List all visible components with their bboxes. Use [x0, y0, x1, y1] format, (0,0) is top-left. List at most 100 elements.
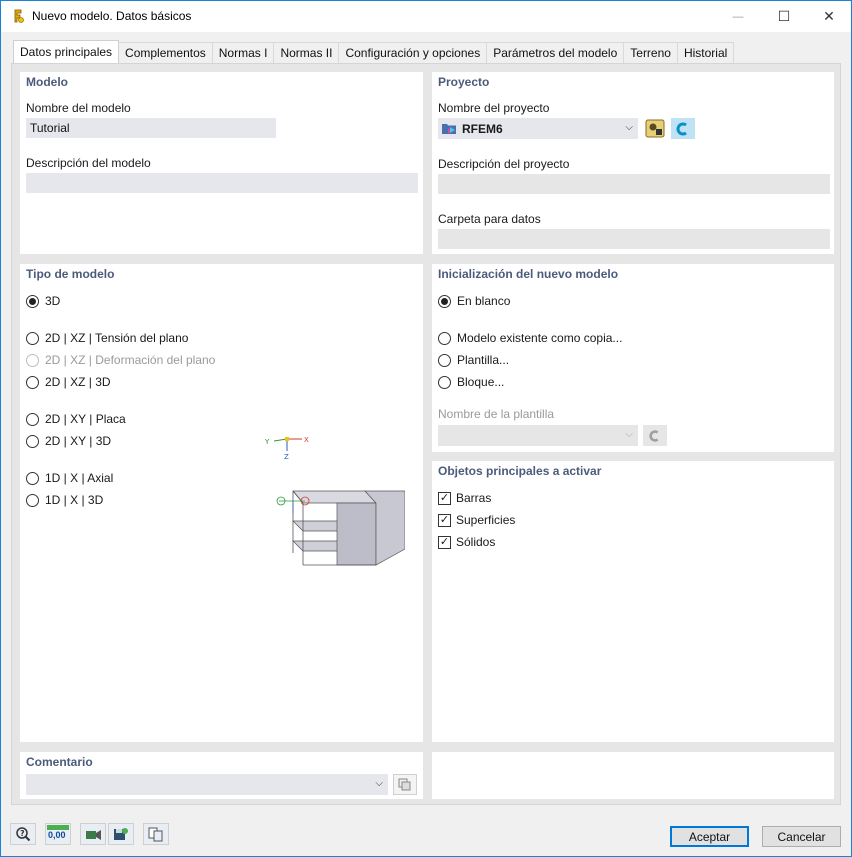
- project-folder-label: Carpeta para datos: [438, 212, 541, 226]
- tab-normas-ii[interactable]: Normas II: [273, 42, 340, 63]
- object-superficies[interactable]: ✓ Superficies: [438, 513, 515, 527]
- tabs-area: Datos principales Complementos Normas I …: [1, 32, 851, 814]
- svg-text:?: ?: [20, 829, 25, 838]
- radio[interactable]: [438, 331, 451, 345]
- objetos-panel: Objetos principales a activar ✓ Barras ✓…: [432, 461, 834, 742]
- copy-icon: [398, 778, 411, 790]
- project-name-label: Nombre del proyecto: [438, 101, 550, 115]
- units-icon: 0,00: [47, 825, 69, 843]
- radio[interactable]: [26, 375, 39, 389]
- radio-selected[interactable]: [438, 294, 451, 308]
- type-option-label: 2D | XZ | 3D: [45, 375, 111, 389]
- tab-configuracion[interactable]: Configuración y opciones: [338, 42, 488, 63]
- help-icon: ?: [16, 827, 31, 842]
- init-option-block[interactable]: Bloque...: [438, 375, 504, 389]
- project-folder-icon: [442, 124, 456, 134]
- type-option-3d[interactable]: 3D: [26, 294, 60, 308]
- proyecto-panel: Proyecto Nombre del proyecto RFEM6 ⌵ Des…: [432, 72, 834, 254]
- object-label: Barras: [456, 491, 492, 505]
- save-settings-button[interactable]: [108, 823, 134, 845]
- type-option-2d-xz-deformacion: 2D | XZ | Deformación del plano: [26, 353, 215, 367]
- type-option-2d-xz-tension[interactable]: 2D | XZ | Tensión del plano: [26, 331, 188, 345]
- init-option-label: En blanco: [457, 294, 511, 308]
- project-dropdown[interactable]: RFEM6 ⌵: [438, 118, 638, 139]
- tab-parametros[interactable]: Parámetros del modelo: [486, 42, 625, 63]
- radio-disabled: [26, 353, 39, 367]
- radio[interactable]: [26, 331, 39, 345]
- chevron-down-icon: ⌵: [625, 122, 633, 133]
- tab-complementos[interactable]: Complementos: [118, 42, 213, 63]
- type-option-label: 1D | X | Axial: [45, 471, 114, 485]
- template-dropdown: ⌵: [438, 425, 638, 446]
- documents-icon: [148, 827, 163, 842]
- minimize-button[interactable]: —: [715, 1, 761, 32]
- radio-selected[interactable]: [26, 294, 39, 308]
- axis-triad-icon: X Y Z: [264, 436, 309, 461]
- radio[interactable]: [26, 412, 39, 426]
- type-option-label: 2D | XY | 3D: [45, 434, 112, 448]
- units-label: 0,00: [48, 830, 66, 840]
- comment-dropdown[interactable]: ⌵: [26, 774, 388, 795]
- help-button[interactable]: ?: [10, 823, 36, 845]
- tab-datos-principales[interactable]: Datos principales: [13, 40, 120, 63]
- chevron-down-icon: ⌵: [625, 429, 633, 440]
- maximize-button[interactable]: ☐: [761, 1, 807, 32]
- type-option-label: 2D | XZ | Tensión del plano: [45, 331, 189, 345]
- app-icon: [14, 9, 24, 23]
- checkbox-checked[interactable]: ✓: [438, 513, 451, 527]
- init-option-template[interactable]: Plantilla...: [438, 353, 509, 367]
- type-option-label: 2D | XY | Placa: [45, 412, 126, 426]
- accept-button[interactable]: Aceptar: [670, 826, 749, 847]
- close-button[interactable]: ✕: [806, 1, 852, 32]
- proyecto-title: Proyecto: [438, 75, 490, 89]
- model-desc-input[interactable]: [26, 173, 418, 193]
- object-solidos[interactable]: ✓ Sólidos: [438, 535, 495, 549]
- checkbox-checked[interactable]: ✓: [438, 535, 451, 549]
- maximize-icon: ☐: [777, 8, 791, 24]
- project-manager-button[interactable]: [643, 118, 667, 139]
- type-option-1d-x-axial[interactable]: 1D | X | Axial: [26, 471, 113, 485]
- radio[interactable]: [438, 353, 451, 367]
- type-option-1d-x-3d[interactable]: 1D | X | 3D: [26, 493, 103, 507]
- init-option-label: Modelo existente como copia...: [457, 331, 623, 345]
- model-name-label: Nombre del modelo: [26, 101, 131, 115]
- object-barras[interactable]: ✓ Barras: [438, 491, 491, 505]
- minimize-icon: —: [732, 10, 744, 23]
- display-settings-button[interactable]: [80, 823, 106, 845]
- tab-normas-i[interactable]: Normas I: [211, 42, 275, 63]
- radio[interactable]: [26, 434, 39, 448]
- copy-settings-button[interactable]: [143, 823, 169, 845]
- radio[interactable]: [438, 375, 451, 389]
- cancel-button[interactable]: Cancelar: [762, 826, 841, 847]
- tab-terreno[interactable]: Terreno: [623, 42, 678, 63]
- tipo-panel: Tipo de modelo 3D 2D | XZ | Tensión del …: [20, 264, 423, 742]
- modelo-title: Modelo: [26, 75, 68, 89]
- project-manager-icon: [645, 119, 665, 138]
- tab-bar: Datos principales Complementos Normas I …: [13, 40, 735, 64]
- radio[interactable]: [26, 493, 39, 507]
- close-icon: ✕: [823, 8, 835, 24]
- tipo-title: Tipo de modelo: [26, 267, 115, 281]
- type-option-2d-xz-3d[interactable]: 2D | XZ | 3D: [26, 375, 111, 389]
- objetos-title: Objetos principales a activar: [438, 464, 602, 478]
- type-option-label: 2D | XZ | Deformación del plano: [45, 353, 216, 367]
- project-name-value: RFEM6: [462, 122, 503, 136]
- comment-copy-button[interactable]: [393, 774, 417, 795]
- tab-historial[interactable]: Historial: [676, 42, 735, 63]
- template-name-label: Nombre de la plantilla: [438, 407, 555, 421]
- axis-z-label: Z: [284, 453, 289, 461]
- project-cloud-button[interactable]: [671, 118, 695, 139]
- radio[interactable]: [26, 471, 39, 485]
- init-option-blank[interactable]: En blanco: [438, 294, 510, 308]
- template-cloud-icon: [649, 429, 659, 442]
- model-name-input[interactable]: [26, 118, 276, 138]
- type-option-2d-xy-placa[interactable]: 2D | XY | Placa: [26, 412, 126, 426]
- units-button[interactable]: 0,00: [45, 823, 71, 845]
- type-option-2d-xy-3d[interactable]: 2D | XY | 3D: [26, 434, 111, 448]
- project-cloud-icon: [676, 122, 687, 135]
- chevron-down-icon: ⌵: [375, 778, 383, 789]
- init-option-copy[interactable]: Modelo existente como copia...: [438, 331, 622, 345]
- axis-x-label: X: [304, 436, 309, 444]
- checkbox-checked[interactable]: ✓: [438, 491, 451, 505]
- comentario-title: Comentario: [26, 755, 93, 769]
